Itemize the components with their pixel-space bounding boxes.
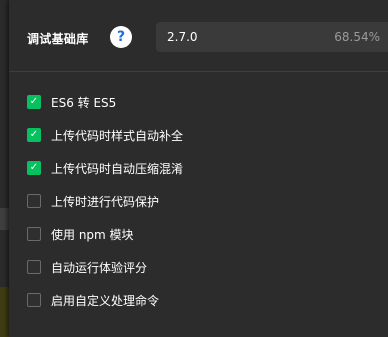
help-icon[interactable]: ? [110, 26, 132, 48]
version-value: 2.7.0 [167, 30, 198, 44]
option-checkbox[interactable] [27, 260, 41, 274]
option-label: 上传时进行代码保护 [51, 195, 160, 209]
option-checkbox[interactable]: ✓ [27, 161, 41, 175]
option-row[interactable]: 上传时进行代码保护 [27, 191, 327, 211]
option-row[interactable]: ✓ 上传代码时自动压缩混淆 [27, 158, 327, 178]
option-row[interactable]: 使用 npm 模块 [27, 224, 327, 244]
option-checkbox[interactable] [27, 227, 41, 241]
option-checkbox[interactable] [27, 194, 41, 208]
option-label: 启用自定义处理命令 [51, 294, 160, 308]
option-row[interactable]: ✓ ES6 转 ES5 [27, 92, 327, 112]
option-row[interactable]: 启用自定义处理命令 [27, 290, 327, 310]
debug-library-label: 调试基础库 [27, 32, 89, 46]
option-label: 使用 npm 模块 [51, 228, 134, 242]
option-checkbox[interactable] [27, 293, 41, 307]
library-version-select[interactable]: 2.7.0 68.54% ⌄ [156, 22, 388, 52]
option-label: 上传代码时自动压缩混淆 [51, 162, 184, 176]
divider [9, 71, 388, 72]
checkmark-icon: ✓ [29, 129, 39, 140]
option-checkbox[interactable]: ✓ [27, 95, 41, 109]
option-label: 上传代码时样式自动补全 [51, 129, 184, 143]
option-row[interactable]: ✓ 上传代码时样式自动补全 [27, 125, 327, 145]
settings-panel: 调试基础库 ? 2.7.0 68.54% ⌄ ✓ ES6 转 ES5 ✓ 上传代码时样… [9, 0, 388, 337]
option-row[interactable]: 自动运行体验评分 [27, 257, 327, 277]
option-label: 自动运行体验评分 [51, 261, 148, 275]
checkmark-icon: ✓ [29, 162, 39, 173]
option-checkbox[interactable]: ✓ [27, 128, 41, 142]
debug-library-row: 调试基础库 ? 2.7.0 68.54% ⌄ [27, 22, 388, 54]
option-label: ES6 转 ES5 [51, 96, 117, 110]
checkmark-icon: ✓ [29, 96, 39, 107]
version-usage-percent: 68.54% [334, 30, 380, 44]
